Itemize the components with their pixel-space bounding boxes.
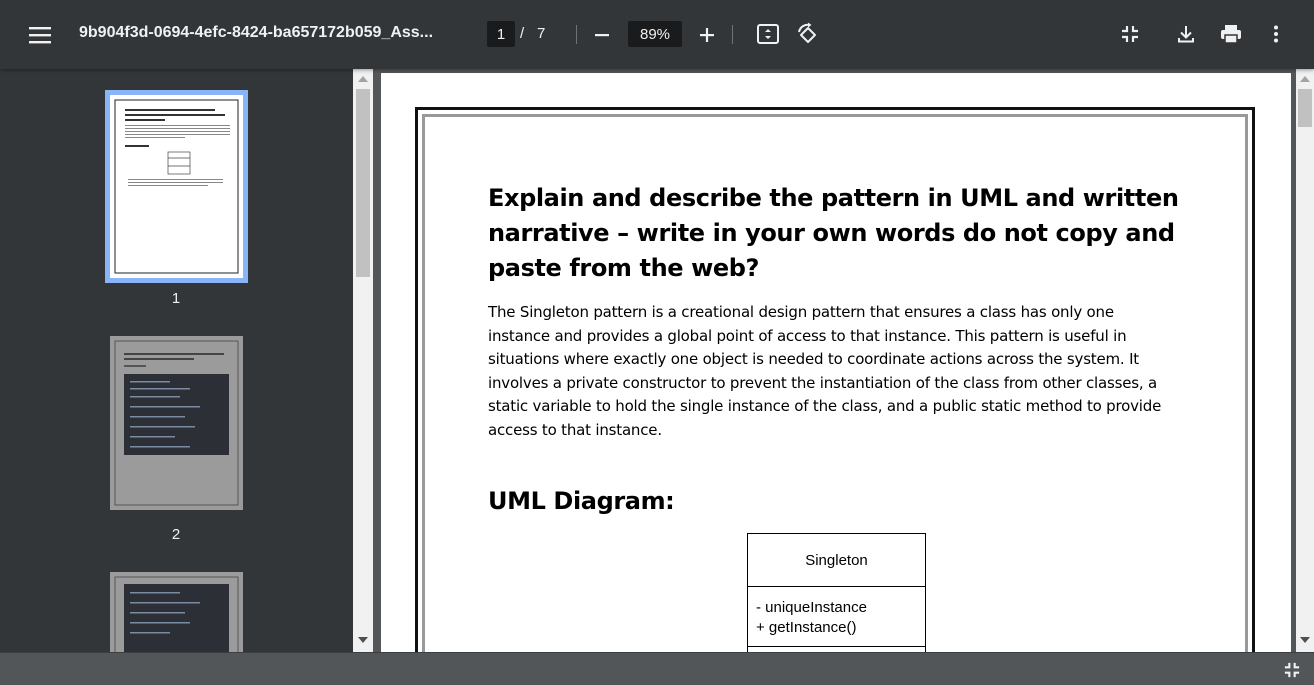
exit-fullscreen-button[interactable] — [1116, 20, 1144, 48]
minus-icon — [595, 34, 609, 37]
uml-member: + getInstance() — [756, 619, 857, 636]
uml-member: - uniqueInstance — [756, 599, 867, 616]
exit-fullscreen-icon — [1122, 26, 1138, 42]
pdf-toolbar: 9b904f3d-0694-4efc-8424-ba657172b059_Ass… — [0, 0, 1314, 69]
document-title: 9b904f3d-0694-4efc-8424-ba657172b059_Ass… — [79, 24, 434, 41]
menu-icon — [29, 27, 51, 44]
thumbnail-sidebar: 1 2 — [0, 69, 353, 652]
uml-class-name: Singleton — [748, 534, 925, 587]
page-thumbnail-number: 1 — [171, 290, 181, 307]
scroll-down-icon[interactable] — [1300, 637, 1310, 643]
uml-heading: UML Diagram: — [488, 487, 675, 515]
page-thumbnail-3[interactable] — [110, 572, 243, 652]
uml-class-members: - uniqueInstance + getInstance() — [748, 587, 925, 647]
page-thumbnail-2-preview — [110, 336, 243, 510]
scroll-down-icon[interactable] — [358, 637, 368, 643]
download-icon — [1178, 26, 1194, 43]
more-actions-button[interactable] — [1262, 20, 1290, 48]
print-button[interactable] — [1217, 20, 1245, 48]
bottom-bar — [0, 652, 1314, 685]
page-total: 7 — [537, 25, 546, 42]
more-vert-icon — [1274, 25, 1278, 43]
page-separator: / — [520, 25, 525, 42]
page-thumbnail-1[interactable] — [110, 95, 243, 278]
answer-paragraph: The Singleton pattern is a creational de… — [488, 303, 1162, 439]
scroll-up-icon[interactable] — [358, 76, 368, 82]
pdf-page: Explain and describe the pattern in UML … — [381, 73, 1291, 652]
plus-icon — [700, 28, 714, 42]
toolbar-divider — [576, 25, 577, 44]
viewer-scrollbar[interactable] — [1296, 69, 1314, 652]
page-thumbnail-3-preview — [110, 572, 243, 652]
rotate-button[interactable] — [794, 20, 822, 48]
menu-button[interactable] — [24, 19, 56, 51]
exit-fullscreen-icon — [1284, 662, 1300, 678]
sidebar-scrollbar[interactable] — [353, 69, 373, 652]
pdf-viewer: Explain and describe the pattern in UML … — [373, 69, 1296, 652]
rotate-icon — [798, 22, 816, 43]
scroll-up-icon[interactable] — [1300, 76, 1310, 82]
toolbar-divider — [732, 25, 733, 44]
uml-class-diagram: Singleton - uniqueInstance + getInstance… — [747, 533, 926, 652]
zoom-in-button[interactable] — [693, 21, 721, 49]
question-heading: Explain and describe the pattern in UML … — [488, 184, 1179, 282]
page-thumbnail-2[interactable] — [110, 336, 243, 510]
download-button[interactable] — [1172, 20, 1200, 48]
print-icon — [1221, 25, 1241, 44]
page-content: Explain and describe the pattern in UML … — [488, 181, 1188, 443]
sidebar-scroll-thumb[interactable] — [356, 89, 370, 277]
zoom-out-button[interactable] — [588, 21, 616, 49]
fit-to-page-button[interactable] — [754, 20, 782, 48]
exit-fullscreen-corner-button[interactable] — [1281, 659, 1303, 681]
zoom-input[interactable]: 89% — [628, 21, 682, 47]
page-thumbnail-1-preview — [114, 99, 239, 274]
viewer-scroll-thumb[interactable] — [1298, 89, 1312, 127]
page-thumbnail-number: 2 — [171, 526, 181, 543]
fit-page-icon — [757, 24, 779, 44]
page-number-input[interactable]: 1 — [487, 21, 515, 47]
